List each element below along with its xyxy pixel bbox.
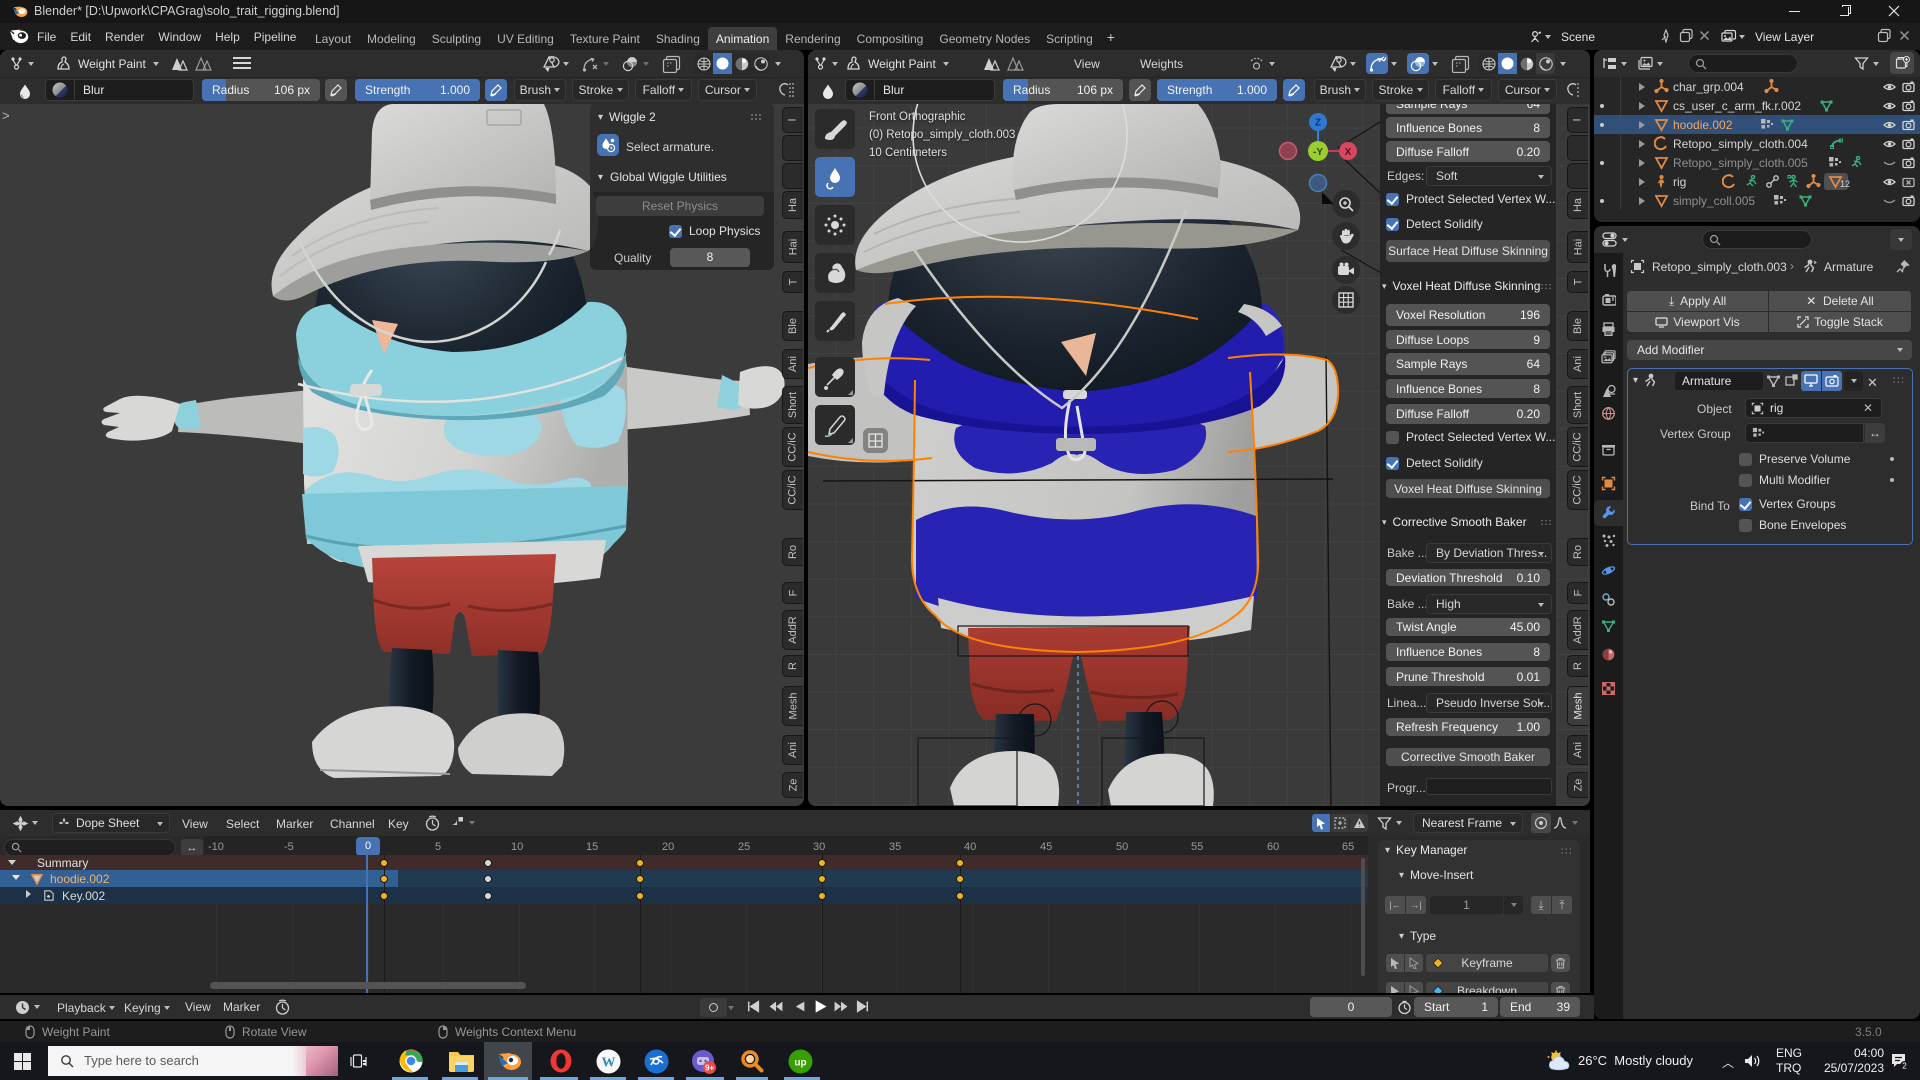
svg-text:-Y: -Y	[1313, 147, 1323, 158]
svg-text:X: X	[1345, 147, 1352, 158]
svg-text:up: up	[794, 1058, 806, 1069]
svg-text:W: W	[602, 1056, 616, 1071]
svg-text:Z: Z	[1315, 118, 1321, 129]
svg-text:9+: 9+	[705, 1064, 714, 1073]
svg-text:2: 2	[1902, 1062, 1907, 1071]
